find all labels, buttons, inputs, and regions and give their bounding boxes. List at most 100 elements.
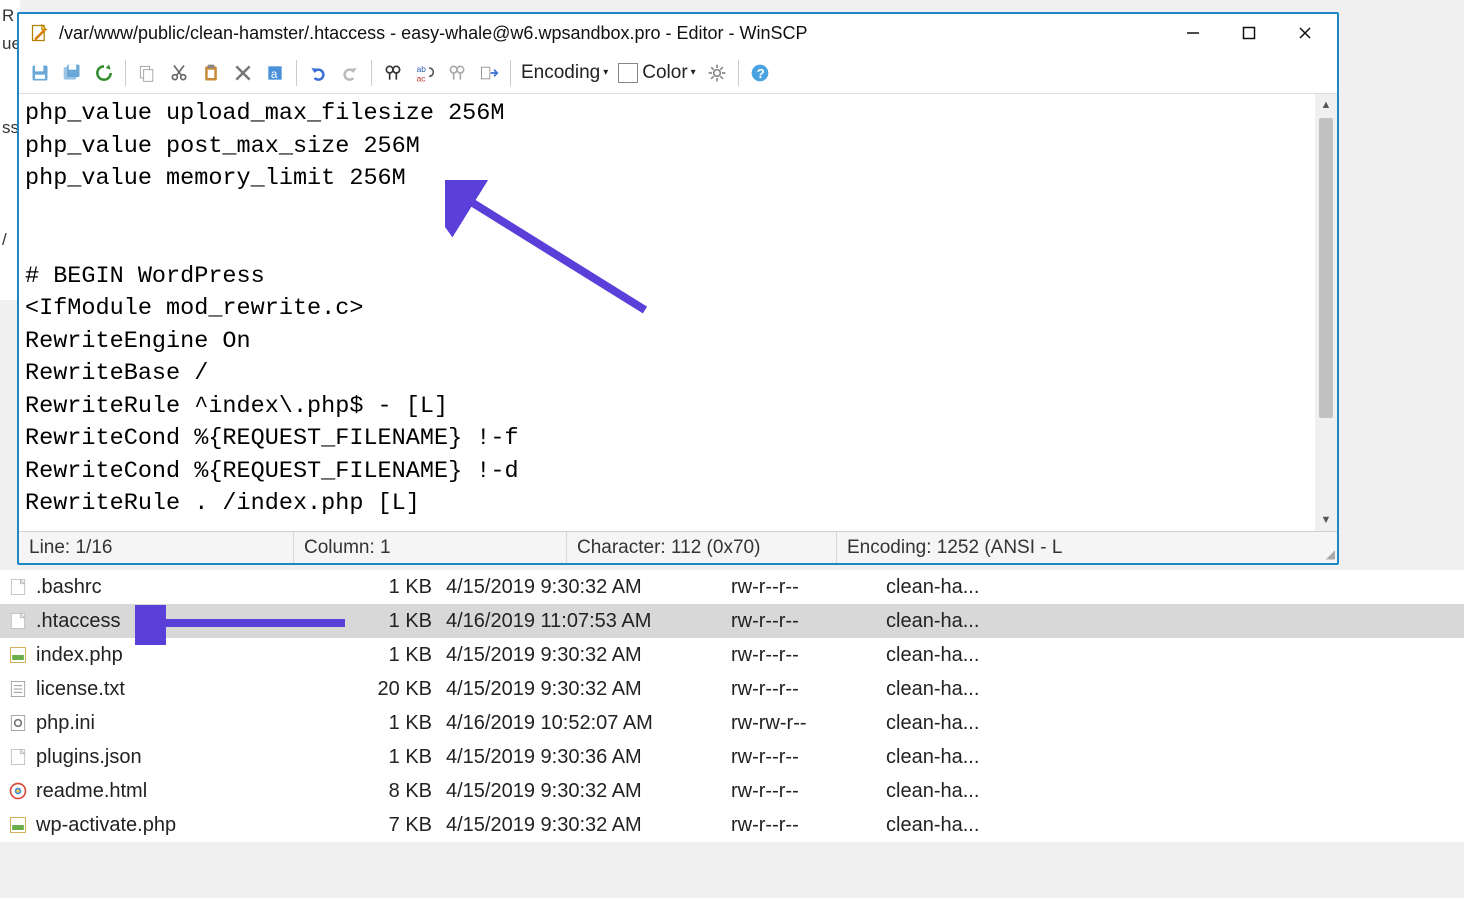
file-type-icon: [6, 711, 30, 735]
editor-statusbar: Line: 1/16 Column: 1 Character: 112 (0x7…: [19, 531, 1337, 563]
maximize-button[interactable]: [1221, 15, 1277, 51]
file-permissions: rw-r--r--: [731, 746, 886, 769]
color-dropdown[interactable]: Color▾: [614, 58, 699, 88]
file-row[interactable]: php.ini1 KB4/16/2019 10:52:07 AMrw-rw-r-…: [0, 706, 1464, 740]
toolbar-separator: [296, 60, 297, 86]
file-row[interactable]: .bashrc1 KB4/15/2019 9:30:32 AMrw-r--r--…: [0, 570, 1464, 604]
file-date: 4/15/2019 9:30:32 AM: [446, 576, 731, 599]
goto-icon[interactable]: [474, 58, 504, 88]
file-type-icon: [6, 677, 30, 701]
app-icon: [29, 22, 51, 44]
file-row[interactable]: plugins.json1 KB4/15/2019 9:30:36 AMrw-r…: [0, 740, 1464, 774]
file-name: readme.html: [36, 780, 351, 803]
file-owner: clean-ha...: [886, 780, 1046, 803]
file-permissions: rw-r--r--: [731, 644, 886, 667]
scroll-thumb[interactable]: [1319, 118, 1333, 418]
file-row[interactable]: readme.html8 KB4/15/2019 9:30:32 AMrw-r-…: [0, 774, 1464, 808]
status-encoding: Encoding: 1252 (ANSI - L: [837, 532, 1319, 563]
scroll-up-icon[interactable]: ▲: [1315, 94, 1337, 116]
editor-textarea[interactable]: php_value upload_max_filesize 256M php_v…: [19, 94, 1315, 531]
remote-file-list: .bashrc1 KB4/15/2019 9:30:32 AMrw-r--r--…: [0, 570, 1464, 842]
file-date: 4/15/2019 9:30:36 AM: [446, 746, 731, 769]
window-controls: [1165, 15, 1333, 51]
file-permissions: rw-rw-r--: [731, 712, 886, 735]
color-swatch-icon: [618, 63, 638, 83]
file-date: 4/15/2019 9:30:32 AM: [446, 644, 731, 667]
file-type-icon: [6, 779, 30, 803]
file-type-icon: [6, 745, 30, 769]
cut-icon[interactable]: [164, 58, 194, 88]
status-line: Line: 1/16: [19, 532, 294, 563]
file-size: 1 KB: [351, 644, 446, 667]
file-name: .htaccess: [36, 610, 351, 633]
file-owner: clean-ha...: [886, 576, 1046, 599]
resize-grip-icon[interactable]: ◢: [1319, 532, 1337, 563]
file-date: 4/16/2019 10:52:07 AM: [446, 712, 731, 735]
editor-window: /var/www/public/clean-hamster/.htaccess …: [17, 12, 1339, 565]
file-row[interactable]: .htaccess1 KB4/16/2019 11:07:53 AMrw-r--…: [0, 604, 1464, 638]
file-row[interactable]: license.txt20 KB4/15/2019 9:30:32 AMrw-r…: [0, 672, 1464, 706]
svg-text:?: ?: [756, 66, 764, 81]
delete-icon[interactable]: [228, 58, 258, 88]
status-character: Character: 112 (0x70): [567, 532, 837, 563]
file-permissions: rw-r--r--: [731, 576, 886, 599]
file-owner: clean-ha...: [886, 678, 1046, 701]
file-type-icon: [6, 609, 30, 633]
file-row[interactable]: index.php1 KB4/15/2019 9:30:32 AMrw-r--r…: [0, 638, 1464, 672]
file-owner: clean-ha...: [886, 610, 1046, 633]
paste-icon[interactable]: [196, 58, 226, 88]
scroll-down-icon[interactable]: ▼: [1315, 509, 1337, 531]
file-size: 1 KB: [351, 576, 446, 599]
file-type-icon: [6, 643, 30, 667]
file-date: 4/15/2019 9:30:32 AM: [446, 678, 731, 701]
file-row[interactable]: wp-activate.php7 KB4/15/2019 9:30:32 AMr…: [0, 808, 1464, 842]
find-next-icon[interactable]: [442, 58, 472, 88]
file-date: 4/15/2019 9:30:32 AM: [446, 780, 731, 803]
reload-icon[interactable]: [89, 58, 119, 88]
file-size: 20 KB: [351, 678, 446, 701]
file-name: wp-activate.php: [36, 814, 351, 837]
help-icon[interactable]: ?: [745, 58, 775, 88]
save-icon[interactable]: [25, 58, 55, 88]
copy-icon[interactable]: [132, 58, 162, 88]
file-type-icon: [6, 813, 30, 837]
undo-icon[interactable]: [303, 58, 333, 88]
file-size: 7 KB: [351, 814, 446, 837]
status-column: Column: 1: [294, 532, 567, 563]
file-owner: clean-ha...: [886, 814, 1046, 837]
encoding-dropdown[interactable]: Encoding▾: [517, 58, 612, 88]
toolbar-separator: [510, 60, 511, 86]
find-icon[interactable]: [378, 58, 408, 88]
file-size: 1 KB: [351, 712, 446, 735]
file-name: license.txt: [36, 678, 351, 701]
close-button[interactable]: [1277, 15, 1333, 51]
file-date: 4/15/2019 9:30:32 AM: [446, 814, 731, 837]
minimize-button[interactable]: [1165, 15, 1221, 51]
titlebar[interactable]: /var/www/public/clean-hamster/.htaccess …: [19, 14, 1337, 52]
file-date: 4/16/2019 11:07:53 AM: [446, 610, 731, 633]
vertical-scrollbar[interactable]: ▲ ▼: [1315, 94, 1337, 531]
file-name: plugins.json: [36, 746, 351, 769]
file-permissions: rw-r--r--: [731, 814, 886, 837]
file-type-icon: [6, 575, 30, 599]
editor-body: php_value upload_max_filesize 256M php_v…: [19, 94, 1337, 531]
file-permissions: rw-r--r--: [731, 678, 886, 701]
file-permissions: rw-r--r--: [731, 780, 886, 803]
window-title: /var/www/public/clean-hamster/.htaccess …: [59, 23, 1165, 44]
file-owner: clean-ha...: [886, 644, 1046, 667]
redo-icon[interactable]: [335, 58, 365, 88]
file-name: index.php: [36, 644, 351, 667]
settings-icon[interactable]: [702, 58, 732, 88]
toolbar-separator: [371, 60, 372, 86]
file-size: 1 KB: [351, 610, 446, 633]
save-all-icon[interactable]: [57, 58, 87, 88]
file-size: 1 KB: [351, 746, 446, 769]
file-permissions: rw-r--r--: [731, 610, 886, 633]
editor-toolbar: a abac Encoding▾ Color▾ ?: [19, 52, 1337, 94]
replace-icon[interactable]: abac: [410, 58, 440, 88]
file-owner: clean-ha...: [886, 746, 1046, 769]
svg-text:ac: ac: [417, 73, 426, 83]
select-all-icon[interactable]: a: [260, 58, 290, 88]
toolbar-separator: [738, 60, 739, 86]
toolbar-separator: [125, 60, 126, 86]
